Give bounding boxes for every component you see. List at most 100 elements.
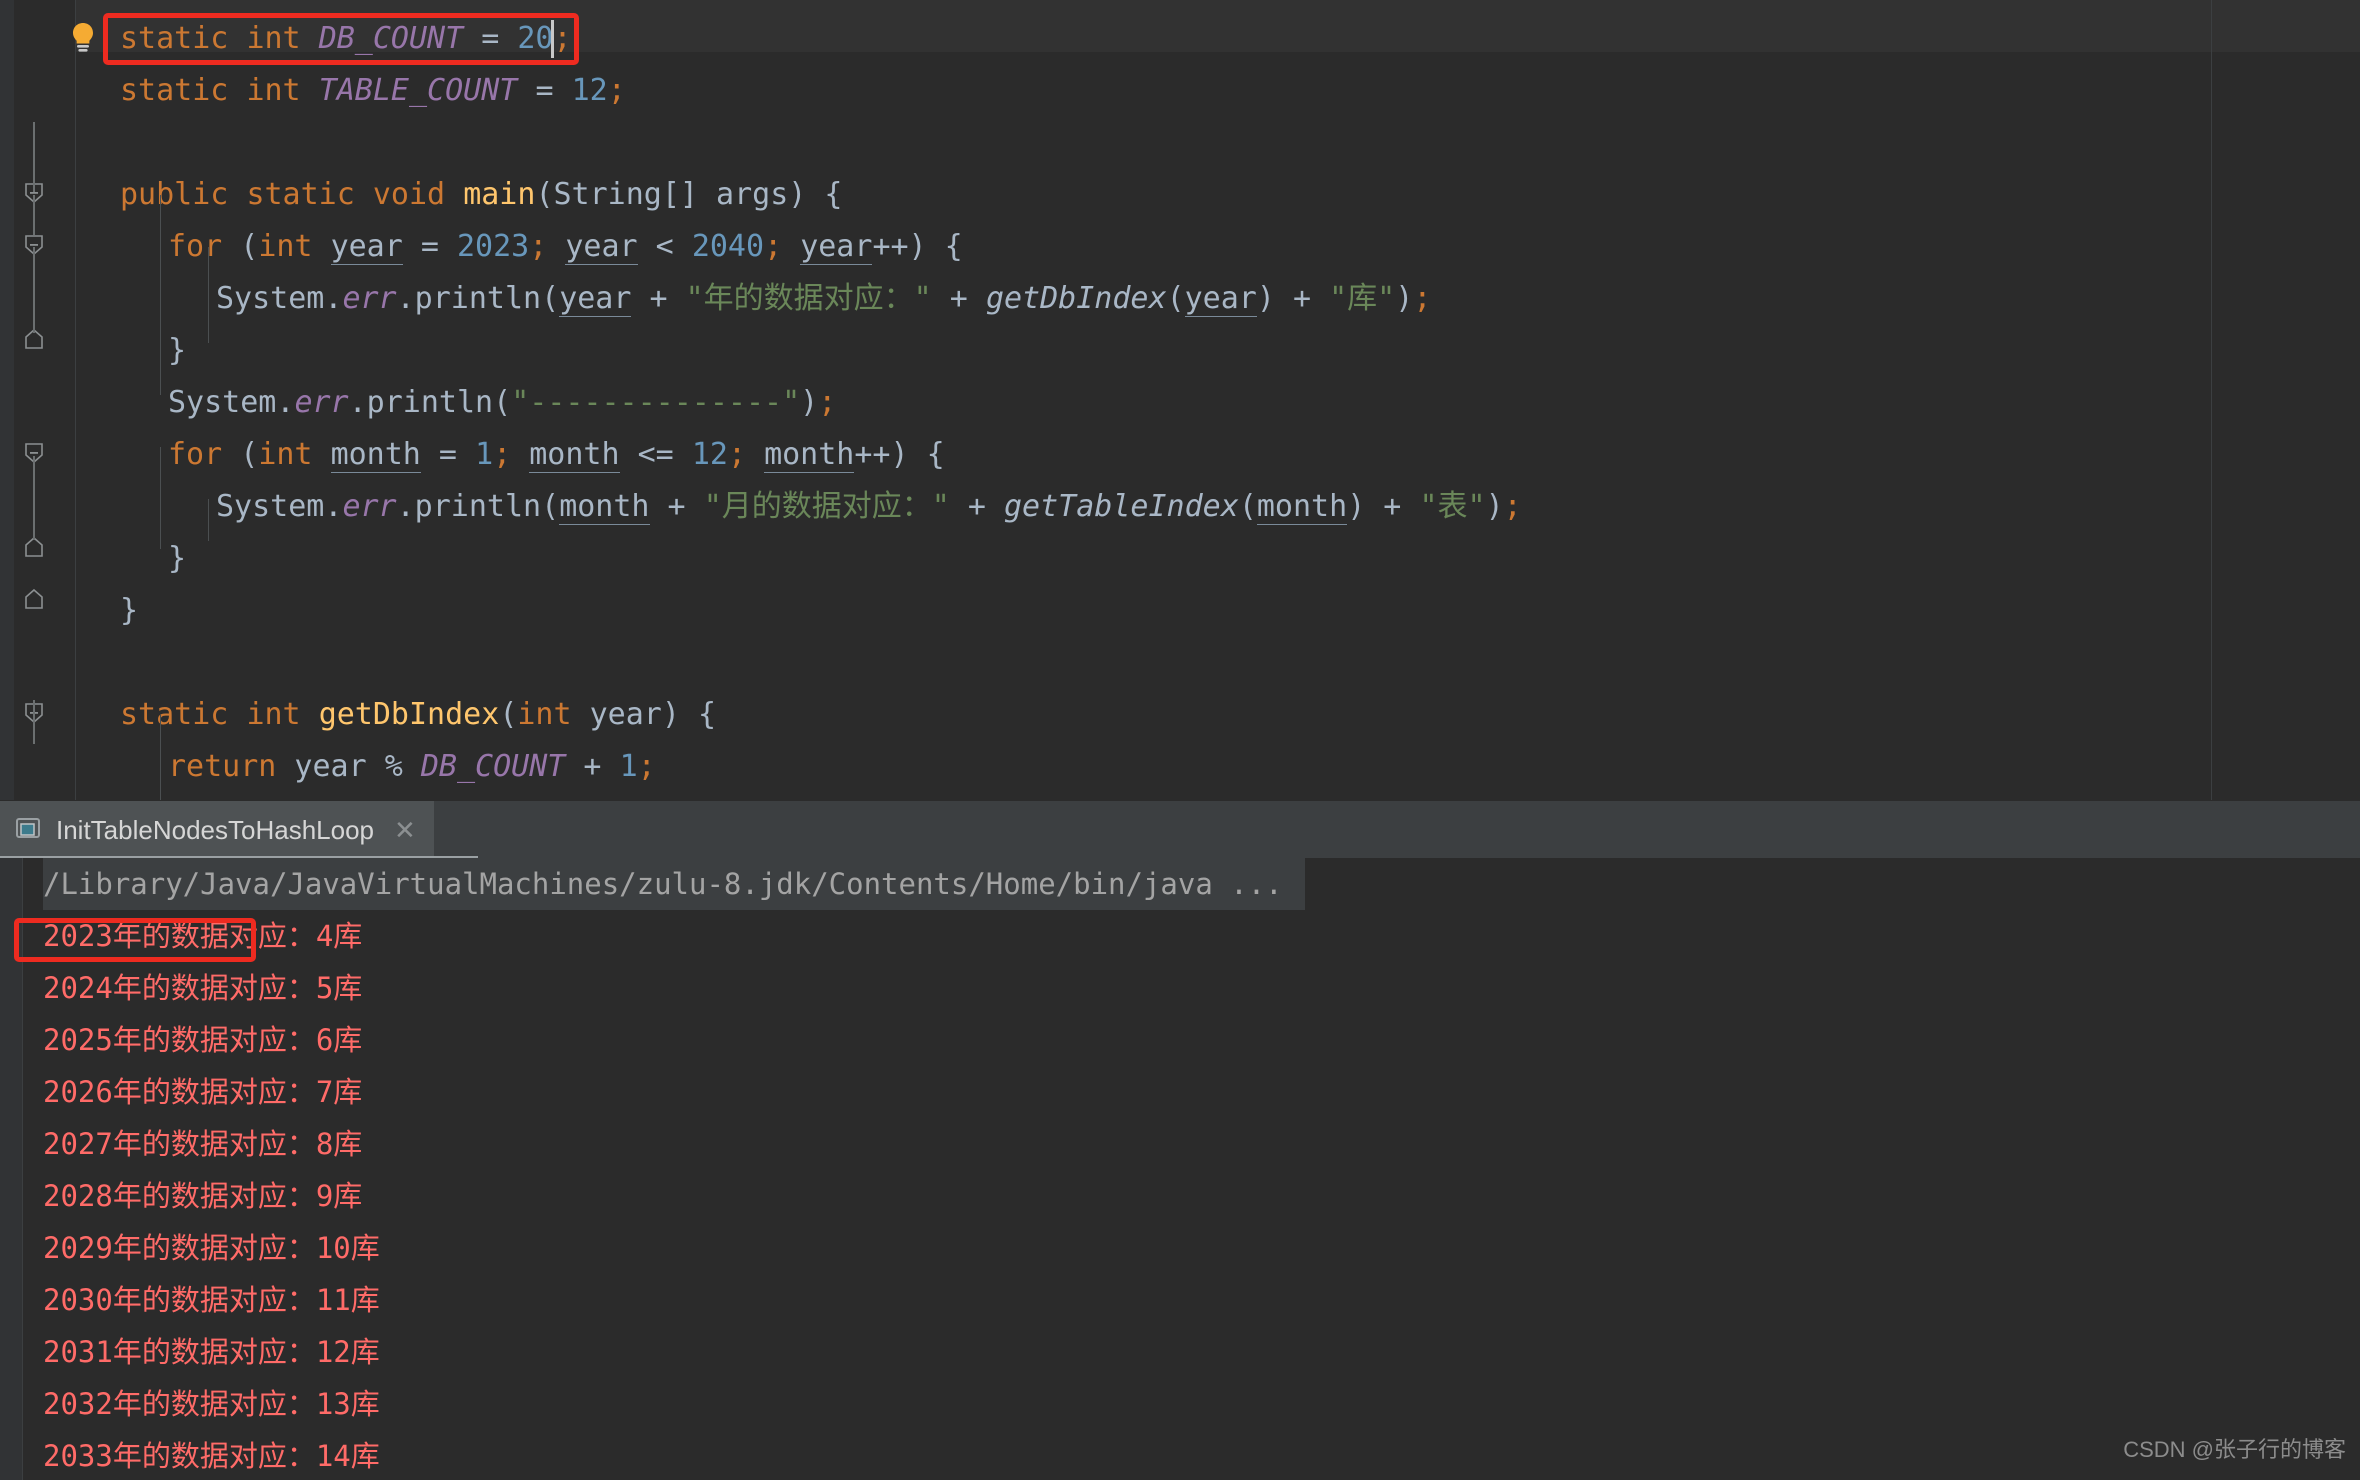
code-line[interactable]: System.err.println(year + "年的数据对应：" + ge…	[0, 273, 2360, 325]
console-output-line: 2028年的数据对应：9库	[43, 1179, 363, 1213]
code-token: err	[342, 281, 397, 316]
code-token: year	[800, 229, 873, 265]
code-token: getDbIndex	[318, 697, 500, 732]
code-token: +	[931, 281, 986, 316]
code-token: =	[402, 229, 457, 264]
code-token: (	[1238, 489, 1257, 524]
code-editor-pane[interactable]: static int DB_COUNT = 20; static int TABL…	[0, 0, 2360, 800]
code-token: ;	[607, 73, 626, 108]
code-token: ) +	[1256, 281, 1330, 316]
code-token: return	[168, 749, 277, 784]
console-output-line: 2023年的数据对应：4库	[43, 919, 363, 953]
code-line[interactable]: for (int year = 2023; year < 2040; year+…	[0, 221, 2360, 273]
code-line[interactable]: }	[0, 533, 2360, 585]
code-token: System.	[216, 489, 343, 524]
code-token: <=	[619, 437, 692, 472]
code-token: "月的数据对应："	[703, 489, 950, 524]
code-line[interactable]	[0, 117, 2360, 169]
code-token: int	[246, 21, 301, 56]
code-token: +	[649, 489, 704, 524]
console-output-line: 2030年的数据对应：11库	[43, 1283, 380, 1317]
console-output-line: 2026年的数据对应：7库	[43, 1075, 363, 1109]
code-token: month	[764, 437, 855, 473]
code-token: for	[168, 437, 223, 472]
code-token: )	[1485, 489, 1504, 524]
code-line[interactable]: System.err.println(month + "月的数据对应：" + g…	[0, 481, 2360, 533]
code-text-area[interactable]: static int DB_COUNT = 20; static int TABL…	[0, 0, 2360, 800]
console-output-area[interactable]: /Library/Java/JavaVirtualMachines/zulu-8…	[23, 858, 2360, 1480]
code-line[interactable]: static int TABLE_COUNT = 12;	[0, 65, 2360, 117]
run-tab-init-table-nodes-to-hash-loop[interactable]: InitTableNodesToHashLoop ✕	[0, 801, 434, 859]
console-output-line: 2025年的数据对应：6库	[43, 1023, 363, 1057]
code-token: ;	[818, 385, 837, 420]
code-token: void	[372, 177, 446, 212]
code-token: err	[342, 489, 397, 524]
code-token: =	[535, 73, 554, 108]
run-console-icon	[16, 817, 42, 843]
code-token: int	[246, 73, 301, 108]
lightbulb-icon[interactable]	[66, 20, 100, 54]
code-token: static	[246, 177, 355, 212]
code-token: getTableIndex	[1004, 489, 1239, 524]
code-token: month	[330, 437, 421, 473]
close-icon[interactable]: ✕	[394, 817, 416, 843]
code-token: ;	[764, 229, 783, 264]
code-token: year	[559, 281, 632, 317]
code-token: "年的数据对应："	[685, 281, 932, 316]
code-line[interactable]: System.err.println("--------------");	[0, 377, 2360, 429]
code-line[interactable]	[0, 637, 2360, 689]
code-token: )	[1395, 281, 1414, 316]
intellij-idea-window: static int DB_COUNT = 20; static int TABL…	[0, 0, 2360, 1480]
code-token: ;	[1503, 489, 1522, 524]
code-token: ++) {	[854, 437, 945, 472]
code-token: int	[258, 437, 313, 472]
code-token: main	[463, 177, 536, 212]
indent-guide	[160, 447, 161, 549]
code-token: ;	[529, 229, 548, 264]
code-line[interactable]: return year % DB_COUNT + 1;	[0, 741, 2360, 793]
code-token: year	[565, 229, 638, 265]
code-token: "库"	[1329, 281, 1396, 316]
indent-guide	[208, 247, 209, 343]
code-line[interactable]: public static void main(String[] args) {	[0, 169, 2360, 221]
code-token: year) {	[571, 697, 717, 732]
code-token: <	[637, 229, 692, 264]
indent-guide	[160, 715, 161, 800]
console-left-strip	[0, 858, 22, 1480]
code-token: month	[1256, 489, 1348, 525]
code-line[interactable]: for (int month = 1; month <= 12; month++…	[0, 429, 2360, 481]
console-output-line: 2027年的数据对应：8库	[43, 1127, 363, 1161]
code-token: int	[258, 229, 313, 264]
code-line[interactable]: static int getDbIndex(int year) {	[0, 689, 2360, 741]
code-token: ;	[553, 21, 572, 56]
code-token: ;	[493, 437, 512, 472]
code-token: "表"	[1419, 489, 1486, 524]
code-token: 20	[517, 21, 554, 56]
code-line[interactable]: }	[0, 325, 2360, 377]
code-token: }	[168, 541, 187, 576]
code-token: 1	[475, 437, 494, 472]
code-token: for	[168, 229, 223, 264]
code-line[interactable]: }	[0, 585, 2360, 637]
console-output-line: 2031年的数据对应：12库	[43, 1335, 380, 1369]
code-token: ) +	[1347, 489, 1420, 524]
code-token: int	[246, 697, 301, 732]
code-token: year	[330, 229, 403, 265]
code-token: }	[120, 593, 139, 628]
code-token: (	[222, 437, 259, 472]
run-tab-label: InitTableNodesToHashLoop	[56, 814, 374, 845]
code-token: +	[565, 749, 620, 784]
text-caret	[551, 20, 554, 58]
code-token: =	[420, 437, 476, 472]
code-token: static	[120, 73, 229, 108]
code-token: ;	[1413, 281, 1432, 316]
code-line[interactable]: static int DB_COUNT = 20;	[0, 13, 2360, 65]
